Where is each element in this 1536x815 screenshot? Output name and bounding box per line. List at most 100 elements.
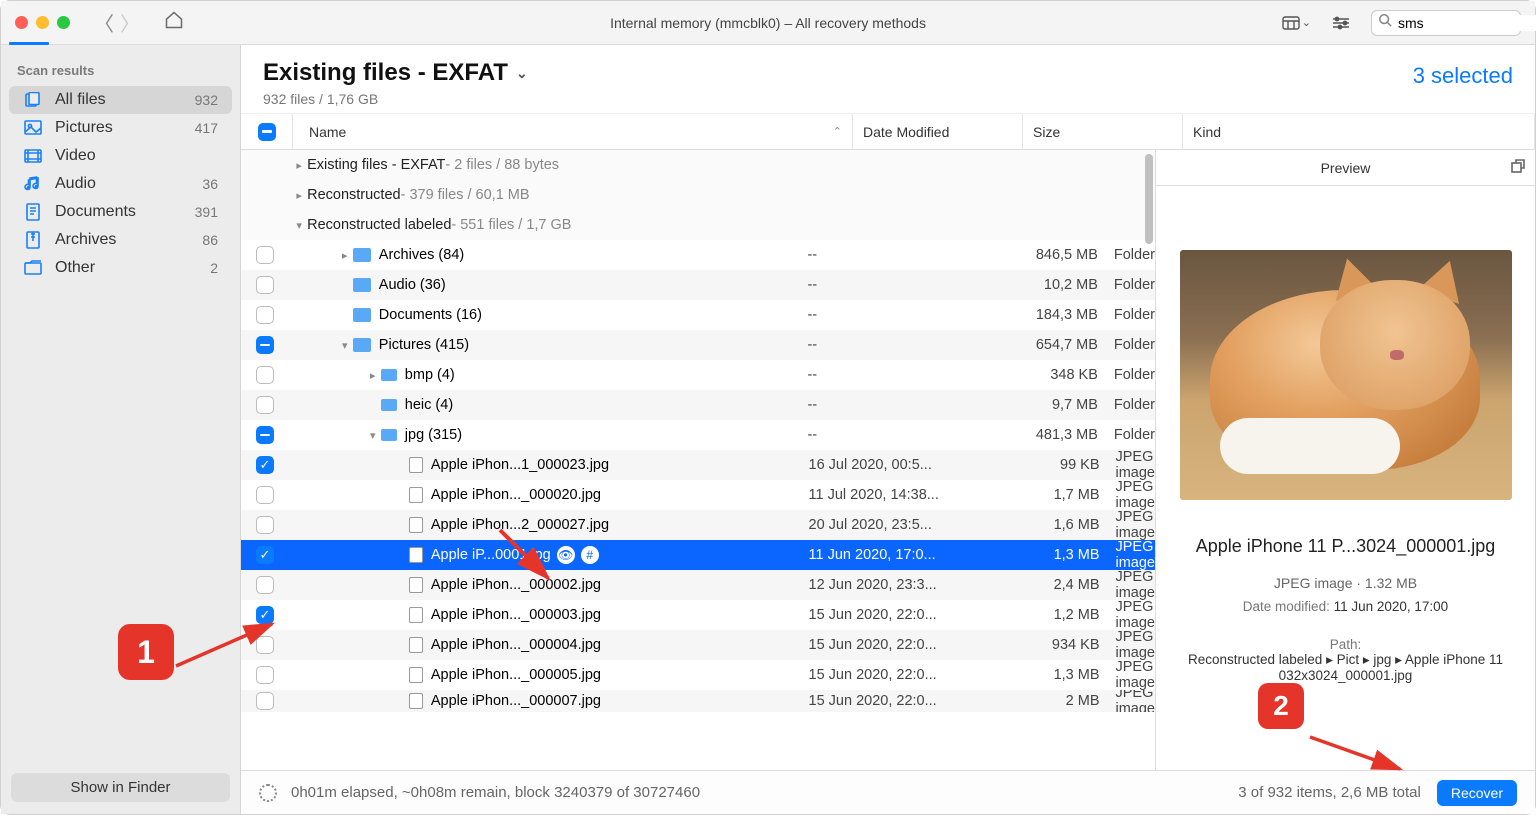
folder-icon	[381, 369, 397, 381]
file-row[interactable]: ✓Apple iPhon..._000003.jpg15 Jun 2020, 2…	[241, 600, 1155, 630]
disclosure-icon[interactable]: ▸	[337, 249, 353, 262]
hex-icon[interactable]: #	[581, 546, 599, 564]
file-row[interactable]: Apple iPhon..._000007.jpg15 Jun 2020, 22…	[241, 690, 1155, 712]
row-checkbox[interactable]	[256, 246, 274, 264]
page-subtitle: 932 files / 1,76 GB	[263, 91, 528, 107]
select-all-checkbox[interactable]	[258, 123, 276, 141]
settings-icon[interactable]	[1331, 16, 1351, 30]
sidebar-item-video[interactable]: Video	[9, 142, 232, 170]
row-kind: Folder	[1108, 247, 1155, 263]
row-checkbox[interactable]	[256, 426, 274, 444]
folder-row[interactable]: ▸Archives (84)--846,5 MBFolder	[241, 240, 1155, 270]
disclosure-icon[interactable]: ▸	[291, 189, 307, 202]
col-kind[interactable]: Kind	[1183, 114, 1535, 149]
popout-icon[interactable]	[1511, 159, 1525, 176]
back-button[interactable]: 〈	[94, 8, 114, 37]
folder-row[interactable]: Documents (16)--184,3 MBFolder	[241, 300, 1155, 330]
section-row[interactable]: ▸Existing files - EXFAT - 2 files / 88 b…	[241, 150, 1155, 180]
row-date: 20 Jul 2020, 23:5...	[805, 517, 962, 533]
home-icon[interactable]	[164, 10, 184, 36]
file-icon	[409, 547, 423, 563]
disclosure-icon[interactable]: ▸	[291, 159, 307, 172]
row-date: --	[803, 307, 960, 323]
file-row[interactable]: Apple iPhon..._000004.jpg15 Jun 2020, 22…	[241, 630, 1155, 660]
col-date[interactable]: Date Modified	[853, 114, 1023, 149]
sidebar-heading: Scan results	[1, 45, 240, 86]
row-name: Audio (36)	[379, 277, 446, 293]
row-checkbox[interactable]	[256, 692, 274, 710]
disclosure-icon[interactable]: ▾	[337, 339, 353, 352]
row-checkbox[interactable]	[256, 306, 274, 324]
sidebar-item-pictures[interactable]: Pictures417	[9, 114, 232, 142]
section-row[interactable]: ▾Reconstructed labeled - 551 files / 1,7…	[241, 210, 1155, 240]
row-size: 1,2 MB	[961, 607, 1109, 623]
row-kind: JPEG image	[1110, 599, 1156, 631]
row-name: Apple iPhon..._000004.jpg	[431, 637, 601, 653]
folder-row[interactable]: heic (4)--9,7 MBFolder	[241, 390, 1155, 420]
sidebar-item-count: 86	[202, 232, 218, 248]
search-box[interactable]: ✕	[1371, 10, 1521, 36]
page-title[interactable]: Existing files - EXFAT ⌄	[263, 59, 528, 87]
search-input[interactable]	[1398, 15, 1536, 31]
file-row[interactable]: Apple iPhon..._000020.jpg11 Jul 2020, 14…	[241, 480, 1155, 510]
file-icon	[409, 487, 423, 503]
row-name: jpg (315)	[405, 427, 462, 443]
show-in-finder-button[interactable]: Show in Finder	[11, 773, 230, 802]
sidebar-item-count: 932	[195, 92, 218, 108]
sidebar-item-other[interactable]: Other2	[9, 254, 232, 282]
recover-button[interactable]: Recover	[1437, 780, 1517, 806]
video-icon	[23, 147, 43, 165]
file-icon	[409, 457, 423, 473]
sidebar-item-all-files[interactable]: All files 932	[9, 86, 232, 114]
annotation-arrow-2	[1304, 729, 1414, 779]
row-checkbox[interactable]	[256, 396, 274, 414]
section-row[interactable]: ▸Reconstructed - 379 files / 60,1 MB	[241, 180, 1155, 210]
sidebar-item-label: All files	[55, 91, 106, 109]
view-mode-button[interactable]: ⌄	[1282, 16, 1311, 30]
file-row[interactable]: Apple iPhon..._000005.jpg15 Jun 2020, 22…	[241, 660, 1155, 690]
scrollbar-thumb[interactable]	[1145, 154, 1153, 244]
col-size[interactable]: Size	[1023, 114, 1183, 149]
forward-button[interactable]: 〉	[120, 8, 140, 37]
file-row[interactable]: ✓Apple iP...0001.jpg👁#11 Jun 2020, 17:0.…	[241, 540, 1155, 570]
close-window-icon[interactable]	[15, 16, 28, 29]
row-name: Apple iPhon..._000005.jpg	[431, 667, 601, 683]
row-checkbox[interactable]	[256, 366, 274, 384]
file-icon	[409, 667, 423, 683]
sidebar-item-audio[interactable]: Audio36	[9, 170, 232, 198]
minimize-window-icon[interactable]	[36, 16, 49, 29]
folder-row[interactable]: Audio (36)--10,2 MBFolder	[241, 270, 1155, 300]
row-size: 9,7 MB	[960, 397, 1108, 413]
maximize-window-icon[interactable]	[57, 16, 70, 29]
sidebar-item-documents[interactable]: Documents391	[9, 198, 232, 226]
row-name: Pictures (415)	[379, 337, 469, 353]
preview-meta: JPEG image · 1.32 MB	[1174, 575, 1517, 591]
row-checkbox[interactable]	[256, 516, 274, 534]
folder-row[interactable]: ▸bmp (4)--348 KBFolder	[241, 360, 1155, 390]
row-kind: Folder	[1108, 367, 1155, 383]
row-size: 2 MB	[961, 693, 1109, 709]
annotation-arrow-1b	[492, 522, 562, 592]
folder-row[interactable]: ▾Pictures (415)--654,7 MBFolder	[241, 330, 1155, 360]
sidebar-item-label: Video	[55, 147, 96, 165]
disclosure-icon[interactable]: ▾	[291, 219, 307, 232]
file-row[interactable]: ✓Apple iPhon...1_000023.jpg16 Jul 2020, …	[241, 450, 1155, 480]
row-checkbox[interactable]	[256, 486, 274, 504]
row-checkbox[interactable]: ✓	[256, 456, 274, 474]
sidebar-item-archives[interactable]: Archives86	[9, 226, 232, 254]
row-kind: JPEG image	[1110, 690, 1156, 712]
row-date: 11 Jul 2020, 14:38...	[805, 487, 962, 503]
col-name[interactable]: Name⌃	[293, 114, 853, 149]
row-checkbox[interactable]: ✓	[256, 546, 274, 564]
folder-row[interactable]: ▾jpg (315)--481,3 MBFolder	[241, 420, 1155, 450]
disclosure-icon[interactable]: ▸	[365, 369, 381, 382]
row-checkbox[interactable]	[256, 336, 274, 354]
row-checkbox[interactable]	[256, 276, 274, 294]
row-checkbox[interactable]	[256, 576, 274, 594]
file-row[interactable]: Apple iPhon...2_000027.jpg20 Jul 2020, 2…	[241, 510, 1155, 540]
row-date: --	[803, 427, 960, 443]
audio-icon	[23, 175, 43, 193]
row-size: 2,4 MB	[961, 577, 1109, 593]
file-row[interactable]: Apple iPhon..._000002.jpg12 Jun 2020, 23…	[241, 570, 1155, 600]
disclosure-icon[interactable]: ▾	[365, 429, 381, 442]
